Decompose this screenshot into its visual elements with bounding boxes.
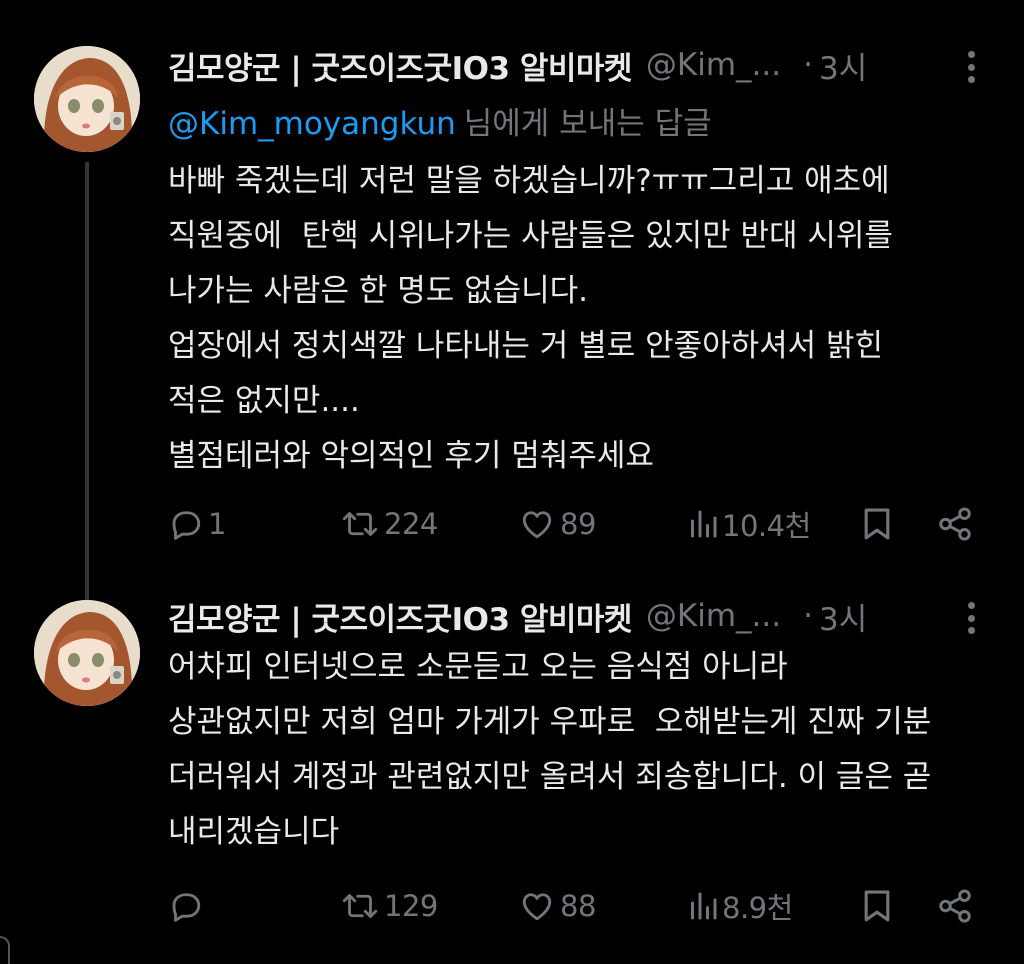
retweet-icon [342, 512, 378, 536]
reply-icon [172, 893, 201, 922]
thread-line [85, 162, 89, 610]
action-bar: 129 88 8.9천 [168, 884, 988, 928]
tweet-header: 김모양군 | 굿즈이즈굿IO3 알비마켓 @Kim_... · 3시 [168, 594, 867, 638]
retweet-count: 224 [384, 507, 438, 541]
bookmark-icon [864, 508, 890, 540]
avatar-illustration [34, 600, 140, 706]
tweet-text-line: 업장에서 정치색깔 나타내는 거 별로 안좋아하셔서 밝힌 [168, 328, 884, 364]
reply-to-link[interactable]: @Kim_moyangkun [168, 106, 456, 142]
analytics-icon [691, 892, 717, 920]
scroll-edge-indicator [0, 936, 10, 964]
tweet-text-line: 어차피 인터넷으로 소문듣고 오는 음식점 아니라 [168, 649, 788, 685]
tweet-text-line: 더러워서 계정과 관련없지만 올려서 죄송합니다. 이 글은 곧 [168, 759, 932, 795]
share-button[interactable] [936, 884, 974, 928]
like-count: 88 [560, 889, 596, 923]
tweet-text-line: 바빠 죽겠는데 저런 말을 하겠습니까?ㅠㅠ그리고 애초에 [168, 163, 890, 199]
tweet-text-line: 적은 없지만.... [168, 383, 360, 419]
tweet-text-line: 나가는 사람은 한 명도 없습니다. [168, 273, 589, 309]
like-button[interactable]: 89 [518, 502, 596, 546]
share-icon [939, 507, 971, 541]
tweet[interactable]: 김모양군 | 굿즈이즈굿IO3 알비마켓 @Kim_... · 3시 @Kim_… [0, 0, 1024, 610]
retweet-button[interactable]: 224 [340, 502, 438, 546]
reply-button[interactable]: 1 [168, 502, 226, 546]
retweet-button[interactable]: 129 [340, 884, 438, 928]
bookmark-icon [864, 890, 890, 922]
avatar[interactable] [34, 600, 140, 706]
retweet-icon [342, 894, 378, 918]
reply-button[interactable] [168, 884, 208, 928]
retweet-count: 129 [384, 889, 438, 923]
user-handle[interactable]: @Kim_... [646, 47, 781, 83]
bookmark-button[interactable] [860, 884, 894, 928]
heart-icon [522, 511, 552, 539]
view-count: 10.4천 [722, 509, 811, 543]
display-name[interactable]: 김모양군 | 굿즈이즈굿IO3 알비마켓 [168, 594, 632, 639]
analytics-icon [691, 510, 717, 538]
views-button[interactable]: 10.4천 [688, 502, 811, 546]
tweet-text-line: 상관없지만 저희 엄마 가게가 우파로 오해받는게 진짜 기분 [168, 704, 932, 740]
view-count: 8.9천 [722, 891, 793, 925]
tweet-header: 김모양군 | 굿즈이즈굿IO3 알비마켓 @Kim_... · 3시 [168, 43, 867, 87]
avatar[interactable] [34, 46, 140, 152]
like-button[interactable]: 88 [518, 884, 596, 928]
reply-context: @Kim_moyangkun 님에게 보내는 답글 [168, 98, 712, 143]
like-count: 89 [560, 507, 596, 541]
tweet-text-line: 내리겠습니다 [168, 814, 340, 850]
action-bar: 1 224 89 10.4천 [168, 502, 988, 546]
more-options-icon[interactable] [962, 598, 980, 638]
separator-dot: · [803, 47, 813, 83]
reply-count: 1 [208, 507, 226, 541]
bookmark-button[interactable] [860, 502, 894, 546]
timestamp[interactable]: 3시 [819, 594, 867, 639]
heart-icon [522, 893, 552, 921]
tweet-text-line: 별점테러와 악의적인 후기 멈춰주세요 [168, 438, 654, 474]
tweet[interactable]: 김모양군 | 굿즈이즈굿IO3 알비마켓 @Kim_... · 3시 어차피 인… [0, 590, 1024, 964]
tweet-text: 어차피 인터넷으로 소문듣고 오는 음식점 아니라 상관없지만 저희 엄마 가게… [168, 640, 998, 860]
tweet-text-line: 직원중에 탄핵 시위나가는 사람들은 있지만 반대 시위를 [168, 218, 893, 254]
views-button[interactable]: 8.9천 [688, 884, 793, 928]
share-button[interactable] [936, 502, 974, 546]
more-options-icon[interactable] [962, 47, 980, 87]
avatar-illustration [34, 46, 140, 152]
display-name[interactable]: 김모양군 | 굿즈이즈굿IO3 알비마켓 [168, 43, 632, 88]
user-handle[interactable]: @Kim_... [646, 598, 781, 634]
tweet-text: 바빠 죽겠는데 저런 말을 하겠습니까?ㅠㅠ그리고 애초에 직원중에 탄핵 시위… [168, 154, 998, 484]
reply-to-label: 님에게 보내는 답글 [463, 106, 712, 142]
reply-icon [172, 511, 201, 540]
separator-dot: · [803, 598, 813, 634]
timestamp[interactable]: 3시 [819, 43, 867, 88]
share-icon [939, 889, 971, 923]
